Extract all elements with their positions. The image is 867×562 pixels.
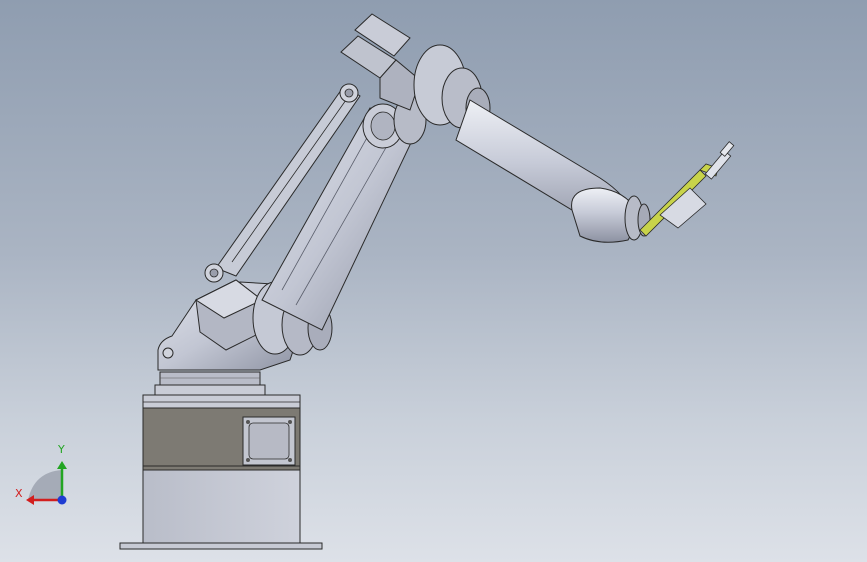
triad-x-label: X: [15, 487, 23, 500]
triad-y-label: Y: [58, 443, 65, 456]
coordinate-triad: [26, 461, 67, 505]
pedestal-lower[interactable]: [142, 469, 301, 544]
triad-z-axis: [57, 495, 67, 505]
wrist-bend[interactable]: [571, 187, 651, 243]
pedestal-top[interactable]: [142, 394, 301, 409]
cad-viewport[interactable]: X Y: [0, 0, 867, 562]
pedestal-access-panel[interactable]: [242, 416, 296, 466]
triad-shadow: [28, 470, 62, 500]
turntable[interactable]: [154, 371, 266, 396]
gripper-tool[interactable]: [639, 141, 735, 237]
base-plate[interactable]: [119, 542, 323, 550]
robot-arm-model[interactable]: [0, 0, 867, 562]
